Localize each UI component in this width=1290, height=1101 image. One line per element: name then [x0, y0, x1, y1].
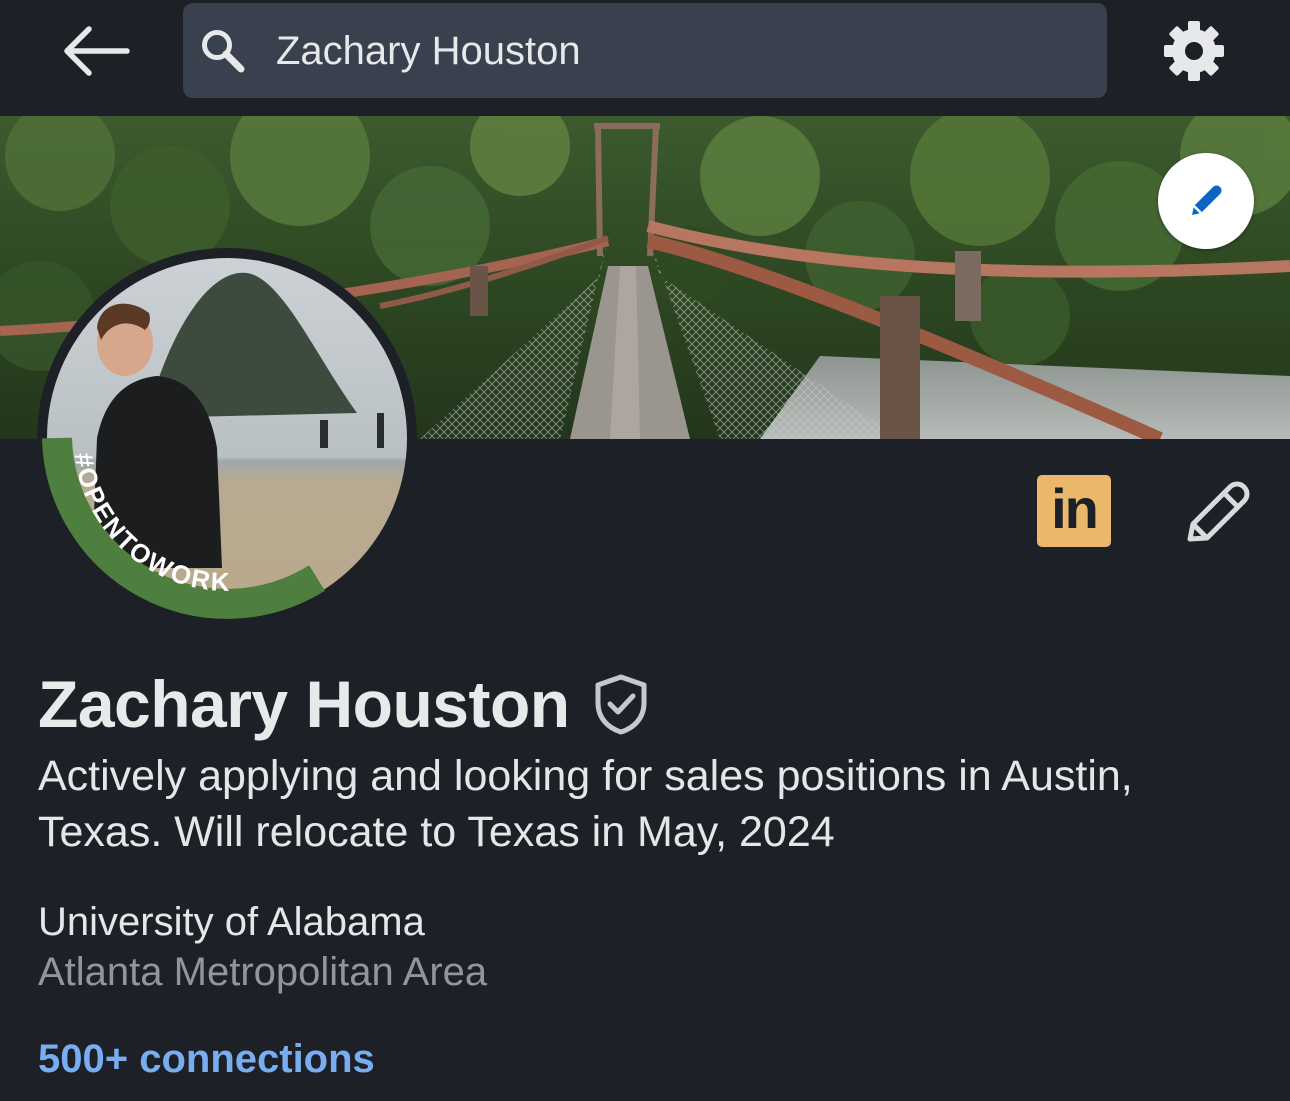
profile-photo[interactable]: #OPENTOWORK [37, 248, 417, 628]
linkedin-logo-icon: in [1051, 477, 1099, 540]
profile-school: University of Alabama [38, 900, 425, 944]
connections-link[interactable]: 500+ connections [38, 1033, 375, 1085]
name-row: Zachary Houston [38, 664, 650, 744]
edit-profile-button[interactable] [1180, 476, 1252, 548]
profile-name: Zachary Houston [38, 667, 570, 741]
profile-location: Atlanta Metropolitan Area [38, 950, 488, 994]
back-button[interactable] [50, 16, 140, 86]
avatar: #OPENTOWORK [42, 258, 407, 619]
edit-banner-button[interactable] [1158, 153, 1254, 249]
search-icon [202, 30, 245, 73]
search-input[interactable] [274, 18, 1078, 84]
pencil-icon [1192, 185, 1222, 215]
arrow-left-icon [64, 26, 130, 76]
shield-check-icon[interactable] [592, 673, 650, 735]
pencil-outline-icon [1187, 481, 1250, 542]
linkedin-premium-badge[interactable]: in [1037, 475, 1111, 547]
top-bar [0, 0, 1290, 116]
profile-headline: Actively applying and looking for sales … [38, 752, 1133, 856]
gear-icon[interactable] [1158, 15, 1230, 87]
